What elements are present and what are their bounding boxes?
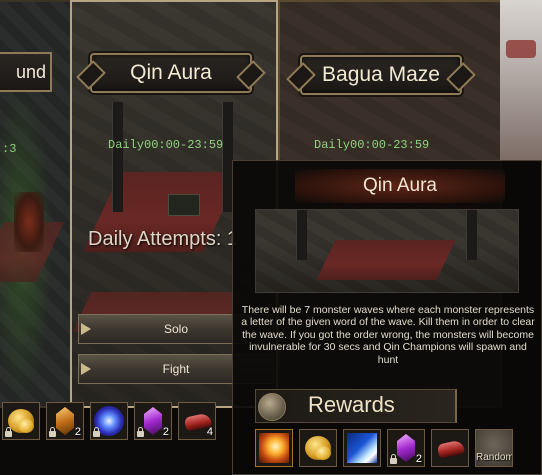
qin-aura-title-plaque: Qin Aura [90,53,252,93]
pillar-decoration [296,210,307,260]
left-card-title: und [15,61,46,82]
tooltip-reward-slot[interactable]: Random [475,429,513,467]
rewards-label: Rewards [308,392,395,417]
lock-icon [5,427,12,437]
left-card-count: :3 [2,142,17,156]
lock-icon [137,427,144,437]
fire-skill-icon [259,433,289,463]
item-count: 2 [74,426,81,438]
bagua-maze-title: Bagua Maze [322,63,440,86]
qin-aura-schedule: Daily00:00-23:59 [108,138,224,152]
lock-icon [93,427,100,437]
pillar-decoration [112,102,123,212]
amber-crystal-icon [56,407,74,435]
red-item-icon [436,439,466,459]
tooltip-title: Qin Aura [295,169,505,203]
pillar-decoration [466,210,477,260]
rewards-header: Rewards [255,389,457,423]
tooltip-reward-slot[interactable] [343,429,381,467]
lock-icon [49,427,56,437]
item-count: 4 [206,426,213,438]
item-count: 2 [162,426,169,438]
left-card-title-plaque: und [0,52,52,92]
dungeon-selection-screen: und :3 Qin Aura Daily00:00-23:59 Daily A… [0,0,542,475]
rewards-icon [258,393,286,421]
dungeon-detail-tooltip: Qin Aura There will be 7 monster waves w… [232,160,542,475]
item-count: 2 [415,453,422,465]
bagua-maze-title-plaque: Bagua Maze [300,55,462,95]
daily-attempts-label: Daily Attempts: 1 [88,228,239,250]
altar-decoration [168,194,200,216]
purple-crystal-icon [144,407,162,435]
lock-icon [390,454,397,464]
tooltip-reward-slot[interactable]: 2 [387,429,425,467]
random-label: Random [476,452,513,463]
reward-slot[interactable]: 2 [134,402,172,440]
gold-coins-icon [8,409,34,433]
dungeon-preview-image [255,209,519,293]
carpet-decoration [316,240,456,280]
reward-slot[interactable]: 4 [178,402,216,440]
solo-label: Solo [163,322,189,336]
reward-slot[interactable] [90,402,128,440]
warrior-figure [14,192,44,252]
gold-coins-icon [305,436,331,460]
reward-slot[interactable]: 2 [46,402,84,440]
purple-crystal-icon [397,434,415,462]
background-scenery [500,0,542,160]
tooltip-reward-slot[interactable] [255,429,293,467]
arrow-icon [81,363,91,375]
tooltip-reward-slot[interactable] [431,429,469,467]
fight-label: Fight [162,362,190,376]
tooltip-reward-slot[interactable] [299,429,337,467]
arrow-icon [81,323,91,335]
bagua-maze-schedule: Daily00:00-23:59 [314,138,430,152]
reward-slot[interactable] [2,402,40,440]
qin-aura-title: Qin Aura [130,61,212,84]
tooltip-description: There will be 7 monster waves where each… [241,304,535,366]
blue-comet-icon [347,433,377,463]
